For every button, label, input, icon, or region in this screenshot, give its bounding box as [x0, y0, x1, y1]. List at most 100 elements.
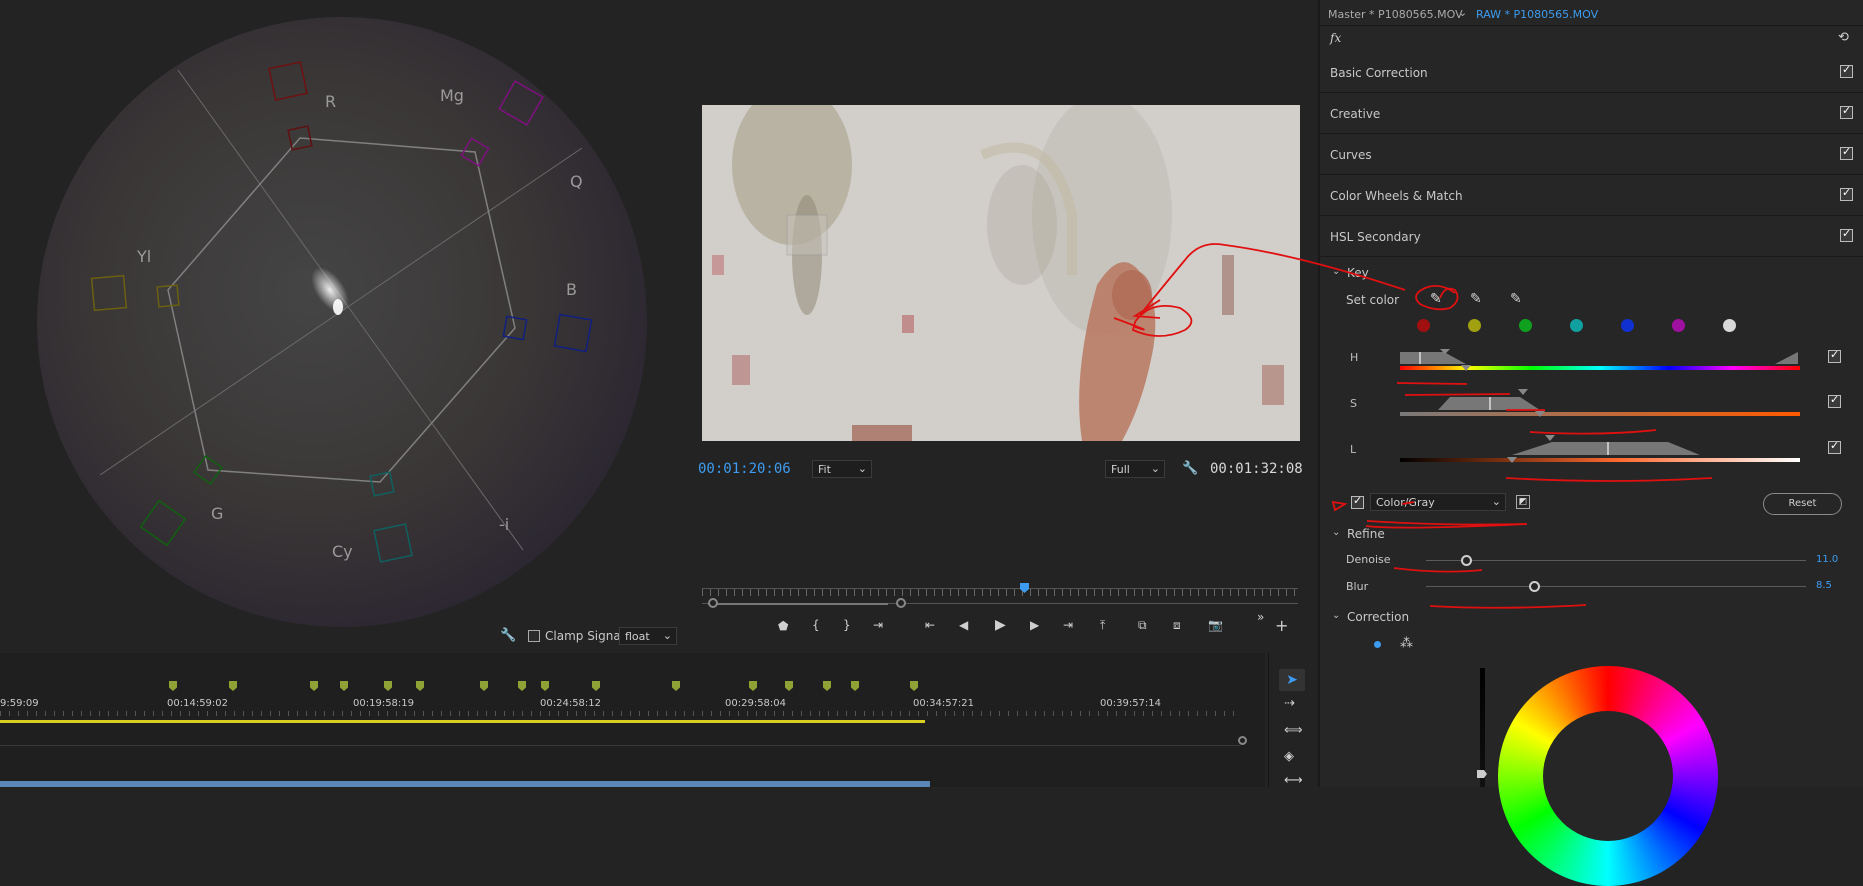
add-color-eyedropper-icon[interactable]: ✎	[1470, 291, 1482, 307]
tab-clip[interactable]: RAW * P1080565.MOV	[1476, 8, 1598, 21]
work-area-bar[interactable]	[0, 720, 925, 723]
timeline-marker[interactable]	[229, 681, 237, 691]
remove-color-eyedropper-icon[interactable]: ✎	[1510, 291, 1522, 307]
blur-slider-handle[interactable]	[1529, 581, 1540, 592]
zoom-scrollbar-right-handle[interactable]	[896, 598, 906, 608]
blur-value[interactable]: 8.5	[1816, 580, 1832, 591]
timeline-marker[interactable]	[310, 681, 318, 691]
fx-label[interactable]: fx	[1330, 31, 1341, 45]
timeline-marker[interactable]	[416, 681, 424, 691]
color-preset-magenta[interactable]	[1672, 319, 1685, 332]
reset-button[interactable]: Reset	[1763, 493, 1842, 515]
refine-section-title[interactable]: Refine	[1347, 527, 1385, 541]
timeline-marker[interactable]	[541, 681, 549, 691]
scope-settings-wrench-icon[interactable]: 🔧	[500, 628, 516, 643]
timeline-marker[interactable]	[823, 681, 831, 691]
hue-enable-checkbox[interactable]	[1828, 348, 1841, 363]
add-marker-icon[interactable]: ⬟	[778, 619, 788, 633]
timeline-marker[interactable]	[851, 681, 859, 691]
timeline-marker[interactable]	[480, 681, 488, 691]
razor-tool-icon[interactable]: ◈	[1284, 749, 1294, 764]
saturation-enable-checkbox[interactable]	[1828, 393, 1841, 408]
section-enable-checkbox[interactable]	[1840, 145, 1853, 160]
saturation-range-slider[interactable]	[1400, 386, 1800, 417]
chevron-down-icon[interactable]: ⌄	[1332, 527, 1340, 538]
zoom-scrollbar-left-handle[interactable]	[708, 598, 718, 608]
chevron-down-icon[interactable]: ⌄	[1332, 610, 1340, 621]
extract-icon[interactable]: ⧈	[1173, 618, 1181, 633]
timeline-marker[interactable]	[340, 681, 348, 691]
monitor-settings-wrench-icon[interactable]: 🔧	[1182, 461, 1198, 476]
color-preset-red[interactable]	[1417, 319, 1430, 332]
lift-icon[interactable]: ⧉	[1138, 618, 1147, 633]
color-preset-white[interactable]	[1723, 319, 1736, 332]
go-to-out-icon[interactable]: ⇥	[1063, 618, 1073, 632]
three-wheel-mode-icon[interactable]: ⁂	[1400, 636, 1413, 651]
insert-icon[interactable]: ⤒	[1100, 618, 1105, 633]
step-forward-icon[interactable]: ▶	[1030, 618, 1039, 632]
tab-master[interactable]: Master * P1080565.MOV	[1328, 8, 1463, 21]
timeline-marker[interactable]	[518, 681, 526, 691]
go-to-in-icon[interactable]: ⇥	[873, 618, 883, 632]
luminance-enable-checkbox[interactable]	[1828, 439, 1841, 454]
single-wheel-mode-icon[interactable]	[1374, 641, 1381, 648]
denoise-value[interactable]: 11.0	[1816, 554, 1838, 565]
video-clips-track[interactable]	[0, 781, 930, 787]
timeline-marker[interactable]	[749, 681, 757, 691]
luminance-range-slider[interactable]	[1400, 431, 1800, 464]
playback-resolution-dropdown[interactable]: Full ⌄	[1105, 460, 1165, 478]
show-mask-checkbox[interactable]	[1351, 494, 1364, 509]
precision-dropdown[interactable]: float ⌄	[619, 627, 677, 645]
slip-tool-icon[interactable]: ⟷	[1284, 773, 1303, 788]
mark-in-icon[interactable]: {	[812, 618, 820, 632]
timeline-marker[interactable]	[785, 681, 793, 691]
section-enable-checkbox[interactable]	[1840, 63, 1853, 78]
ripple-edit-tool-icon[interactable]: ⟺	[1284, 723, 1303, 738]
midtones-slider-handle[interactable]	[1477, 770, 1487, 778]
section-color-wheels-match[interactable]: Color Wheels & Match	[1320, 175, 1863, 216]
zoom-scrollbar[interactable]	[708, 603, 888, 605]
midtones-slider-track[interactable]	[1480, 668, 1485, 787]
export-frame-camera-icon[interactable]: 📷	[1208, 618, 1223, 632]
zoom-dropdown[interactable]: Fit ⌄	[812, 460, 872, 478]
play-icon[interactable]: ▶	[995, 617, 1006, 633]
color-preset-yellow[interactable]	[1468, 319, 1481, 332]
correction-section-title[interactable]: Correction	[1347, 610, 1409, 624]
section-enable-checkbox[interactable]	[1840, 104, 1853, 119]
hue-range-slider[interactable]	[1400, 349, 1800, 372]
timeline-marker[interactable]	[672, 681, 680, 691]
timeline-marker[interactable]	[384, 681, 392, 691]
timeline-zoom-handle[interactable]	[1238, 736, 1247, 745]
section-creative[interactable]: Creative	[1320, 93, 1863, 134]
section-enable-checkbox[interactable]	[1840, 227, 1853, 242]
invert-mask-icon[interactable]: ◩	[1516, 495, 1530, 509]
track-select-tool-icon[interactable]: ⇢	[1284, 696, 1295, 711]
color-preset-green[interactable]	[1519, 319, 1532, 332]
display-mode-dropdown[interactable]: Color/Gray ⌄	[1370, 493, 1506, 511]
color-wheel[interactable]	[1498, 666, 1718, 886]
chevron-down-icon[interactable]: ⌄	[1332, 266, 1340, 277]
color-preset-blue[interactable]	[1621, 319, 1634, 332]
timeline-marker[interactable]	[169, 681, 177, 691]
eyedropper-icon[interactable]: ✎	[1430, 291, 1442, 307]
key-section-title[interactable]: Key	[1347, 266, 1369, 280]
section-enable-checkbox[interactable]	[1840, 186, 1853, 201]
go-to-in-point-icon[interactable]: ⇤	[925, 618, 935, 632]
chevron-down-icon[interactable]: ⌄	[1458, 6, 1467, 19]
timeline-ruler-ticks[interactable]	[0, 711, 1240, 716]
more-controls-icon[interactable]: »	[1257, 610, 1264, 624]
section-curves[interactable]: Curves	[1320, 134, 1863, 175]
timeline-marker[interactable]	[592, 681, 600, 691]
step-back-icon[interactable]: ◀	[959, 618, 968, 632]
monitor-time-ruler[interactable]	[702, 588, 1298, 596]
section-basic-correction[interactable]: Basic Correction	[1320, 52, 1863, 93]
color-preset-cyan[interactable]	[1570, 319, 1583, 332]
denoise-slider-track[interactable]	[1426, 560, 1806, 561]
denoise-slider-handle[interactable]	[1461, 555, 1472, 566]
clamp-signal-checkbox[interactable]	[528, 630, 540, 642]
blur-slider-track[interactable]	[1426, 586, 1806, 587]
timeline-marker[interactable]	[910, 681, 918, 691]
reset-effect-icon[interactable]: ⟲	[1838, 30, 1849, 45]
button-editor-plus-icon[interactable]: +	[1275, 616, 1288, 635]
section-hsl-secondary[interactable]: HSL Secondary	[1320, 216, 1863, 257]
